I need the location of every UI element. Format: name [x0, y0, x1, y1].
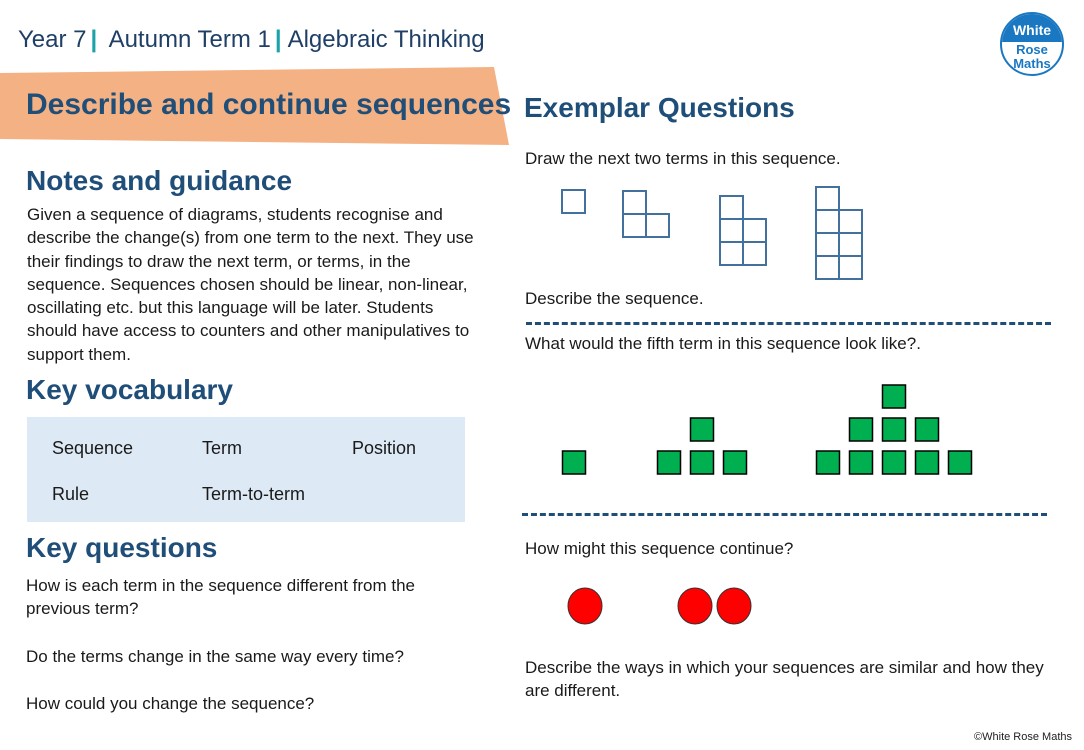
outline-square: [645, 213, 670, 238]
breadcrumb-separator: |: [274, 26, 282, 53]
outline-square: [838, 232, 863, 257]
key-question: How is each term in the sequence differe…: [26, 576, 415, 619]
vocab-box: Sequence Term Position Rule Term-to-term: [27, 417, 465, 522]
vocab-word: Position: [352, 438, 417, 458]
outline-square: [815, 186, 840, 211]
outline-square: [815, 255, 840, 280]
red-counter: [716, 587, 752, 625]
logo-text-white: White: [1002, 14, 1062, 42]
question-3: What would the fifth term in this sequen…: [525, 334, 921, 353]
outline-square: [838, 255, 863, 280]
exemplar-heading: Exemplar Questions: [524, 92, 795, 123]
sequence-term: [561, 189, 586, 214]
vocab-word: Rule: [52, 484, 90, 504]
question-5: Describe the ways in which your sequence…: [525, 658, 1044, 701]
green-square: [656, 450, 682, 475]
green-square: [947, 450, 973, 475]
green-square: [881, 450, 907, 475]
vocab-word: Term: [202, 438, 242, 458]
vocab-word: Term-to-term: [202, 484, 305, 504]
key-questions-heading: Key questions: [26, 532, 218, 563]
vocab-word: Sequence: [52, 438, 134, 458]
outline-square-sequence: [561, 186, 863, 280]
green-square: [881, 417, 907, 442]
green-square-sequence: [561, 384, 973, 475]
outline-square: [719, 195, 744, 220]
page-title: Describe and continue sequences: [26, 88, 512, 121]
breadcrumb-topic: Algebraic Thinking: [287, 26, 485, 53]
notes-heading: Notes and guidance: [26, 165, 293, 196]
sequence-term: [719, 195, 767, 266]
red-counter: [677, 587, 713, 625]
green-square: [815, 450, 841, 475]
green-square: [561, 450, 587, 475]
green-square: [722, 450, 748, 475]
green-square: [848, 417, 874, 442]
sequence-term: [815, 186, 863, 280]
key-question: Do the terms change in the same way ever…: [26, 647, 404, 666]
sequence-term: [622, 190, 670, 238]
green-square: [914, 450, 940, 475]
sequence-term: [815, 384, 973, 475]
copyright: ©White Rose Maths: [974, 731, 1072, 743]
logo-text-maths: Maths: [1013, 56, 1051, 71]
outline-square: [561, 189, 586, 214]
vocab-heading: Key vocabulary: [26, 374, 233, 405]
question-1: Draw the next two terms in this sequence…: [525, 149, 841, 168]
dashed-divider: [526, 322, 1051, 325]
outline-square: [622, 190, 647, 215]
outline-square: [719, 218, 744, 243]
breadcrumb: Year 7 | Autumn Term 1 | Algebraic Thinking: [18, 26, 485, 54]
outline-square: [815, 232, 840, 257]
breadcrumb-term: Autumn Term 1: [108, 26, 271, 53]
sequence-term: [656, 417, 748, 475]
outline-square: [742, 218, 767, 243]
sequence-term: [561, 450, 587, 475]
logo-text-rose: Rose: [1016, 42, 1048, 57]
breadcrumb-separator: |: [90, 26, 98, 53]
outline-square: [742, 241, 767, 266]
green-square: [848, 450, 874, 475]
question-2: Describe the sequence.: [525, 289, 704, 308]
key-question: How could you change the sequence?: [26, 694, 315, 713]
white-rose-maths-logo: White Rose Maths: [1000, 12, 1064, 76]
green-square: [689, 450, 715, 475]
dashed-divider: [522, 513, 1047, 516]
breadcrumb-year: Year 7: [18, 26, 87, 53]
green-square: [914, 417, 940, 442]
red-counter-sequence: [567, 587, 752, 625]
notes-text: Given a sequence of diagrams, students r…: [27, 205, 474, 364]
red-counter: [567, 587, 603, 625]
sequence-term: [677, 587, 752, 625]
sequence-term: [567, 587, 603, 625]
outline-square: [838, 209, 863, 234]
question-4: How might this sequence continue?: [525, 539, 794, 558]
outline-square: [622, 213, 647, 238]
outline-square: [815, 209, 840, 234]
green-square: [689, 417, 715, 442]
outline-square: [719, 241, 744, 266]
green-square: [881, 384, 907, 409]
